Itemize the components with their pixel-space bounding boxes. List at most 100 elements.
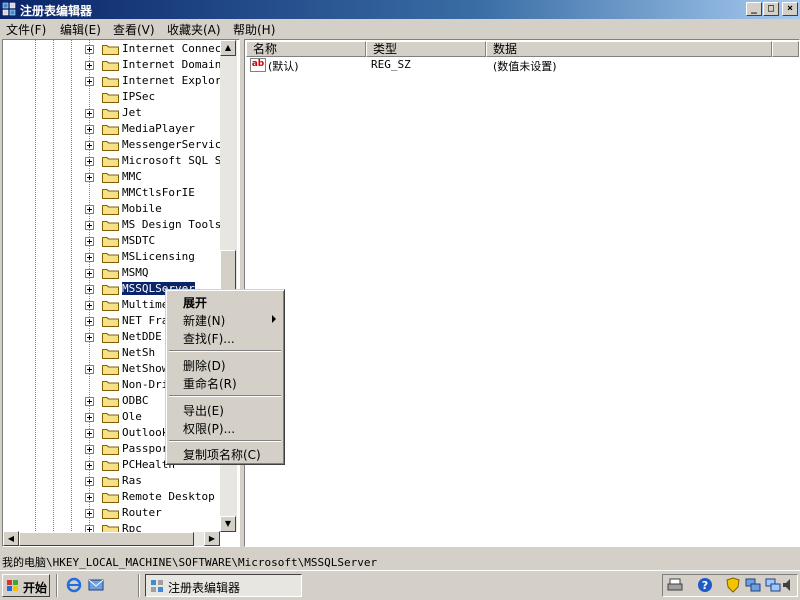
restore-button[interactable]: □: [763, 2, 779, 16]
network-icon[interactable]: [765, 577, 781, 593]
expand-icon[interactable]: [85, 173, 94, 182]
tree-item-label: NetSh: [122, 346, 156, 359]
expand-icon[interactable]: [85, 77, 94, 86]
menu-item-new[interactable]: 新建(N): [183, 312, 225, 329]
tree-item-label: Remote Desktop: [122, 490, 215, 503]
folder-icon: [102, 445, 119, 455]
expand-icon[interactable]: [85, 285, 94, 294]
tree-item[interactable]: MMC: [3, 169, 239, 185]
tree-item[interactable]: Internet Domains: [3, 57, 239, 73]
registry-editor-icon: [151, 580, 163, 592]
network-icon[interactable]: [745, 577, 761, 593]
system-tray: ?: [662, 574, 798, 597]
tree-item[interactable]: Internet Connecti: [3, 41, 239, 57]
expand-icon[interactable]: [85, 141, 94, 150]
tree-item[interactable]: Microsoft SQL Ser: [3, 153, 239, 169]
scroll-down-button[interactable]: ▼: [220, 516, 236, 532]
horizontal-scroll-thumb[interactable]: [19, 532, 194, 546]
tree-horizontal-scrollbar[interactable]: ◀ ▶: [3, 531, 220, 546]
expand-icon[interactable]: [85, 61, 94, 70]
expand-icon[interactable]: [85, 461, 94, 470]
printer-icon[interactable]: [667, 577, 683, 593]
expand-icon[interactable]: [85, 157, 94, 166]
folder-icon: [102, 413, 119, 423]
tree-item[interactable]: MSDTC: [3, 233, 239, 249]
menu-file[interactable]: 文件(F): [6, 21, 46, 38]
tree-item-label: IPSec: [122, 90, 156, 103]
tree-item-label: ODBC: [122, 394, 149, 407]
expand-icon[interactable]: [85, 397, 94, 406]
folder-icon: [102, 269, 119, 279]
expand-icon[interactable]: [85, 445, 94, 454]
menu-item-permissions[interactable]: 权限(P)...: [183, 420, 235, 437]
expand-icon[interactable]: [85, 221, 94, 230]
menu-item-find[interactable]: 查找(F)...: [183, 330, 235, 347]
folder-icon: [102, 125, 119, 135]
tree-item[interactable]: Jet: [3, 105, 239, 121]
expand-icon[interactable]: [85, 253, 94, 262]
expand-icon[interactable]: [85, 269, 94, 278]
folder-icon: [102, 61, 119, 71]
expand-icon[interactable]: [85, 493, 94, 502]
tree-item[interactable]: MessengerService: [3, 137, 239, 153]
menu-item-export[interactable]: 导出(E): [183, 402, 224, 419]
expand-icon[interactable]: [85, 317, 94, 326]
expand-icon[interactable]: [85, 125, 94, 134]
folder-icon: [102, 205, 119, 215]
tree-item-label: NetDDE: [122, 330, 162, 343]
tree-item[interactable]: MSLicensing: [3, 249, 239, 265]
scroll-up-button[interactable]: ▲: [220, 40, 236, 56]
security-shield-icon[interactable]: [725, 577, 741, 593]
folder-icon: [102, 397, 119, 407]
menu-edit[interactable]: 编辑(E): [60, 21, 101, 38]
minimize-button[interactable]: _: [746, 2, 762, 16]
tree-item[interactable]: IPSec: [3, 89, 239, 105]
folder-icon: [102, 285, 119, 295]
expand-icon[interactable]: [85, 237, 94, 246]
expand-icon[interactable]: [85, 509, 94, 518]
menu-item-delete[interactable]: 删除(D): [183, 357, 226, 374]
expand-icon[interactable]: [85, 333, 94, 342]
outlook-express-icon[interactable]: [88, 577, 104, 593]
expand-icon[interactable]: [85, 205, 94, 214]
tree-item-label: MMCtlsForIE: [122, 186, 195, 199]
expand-icon[interactable]: [85, 109, 94, 118]
menu-view[interactable]: 查看(V): [113, 21, 155, 38]
column-header-type[interactable]: 类型: [366, 41, 486, 57]
volume-icon[interactable]: [781, 577, 797, 593]
tree-item-label: Ole: [122, 410, 142, 423]
string-value-icon: ab: [250, 58, 266, 72]
expand-icon[interactable]: [85, 413, 94, 422]
taskbar-item-registry-editor[interactable]: 注册表编辑器: [145, 574, 302, 597]
tree-item[interactable]: Remote Desktop: [3, 489, 239, 505]
column-header-name[interactable]: 名称: [246, 41, 366, 57]
column-header-data[interactable]: 数据: [486, 41, 772, 57]
internet-explorer-icon[interactable]: [66, 577, 82, 593]
tree-item[interactable]: Router: [3, 505, 239, 521]
help-icon[interactable]: ?: [697, 577, 713, 593]
scroll-right-button[interactable]: ▶: [204, 531, 220, 546]
tree-item-label: Mobile: [122, 202, 162, 215]
tree-item[interactable]: MSMQ: [3, 265, 239, 281]
menu-help[interactable]: 帮助(H): [233, 21, 275, 38]
menu-favorites[interactable]: 收藏夹(A): [167, 21, 221, 38]
menu-item-copy-key-name[interactable]: 复制项名称(C): [183, 446, 261, 463]
values-list[interactable]: 名称 类型 数据 ab (默认) REG_SZ (数值未设置): [244, 39, 800, 547]
expand-icon[interactable]: [85, 365, 94, 374]
menu-item-expand[interactable]: 展开: [183, 294, 207, 311]
tree-item[interactable]: MediaPlayer: [3, 121, 239, 137]
scroll-left-button[interactable]: ◀: [3, 531, 19, 546]
start-button[interactable]: 开始: [2, 574, 50, 597]
expand-icon[interactable]: [85, 45, 94, 54]
tree-item[interactable]: MS Design Tools: [3, 217, 239, 233]
close-button[interactable]: ×: [782, 2, 798, 16]
expand-icon[interactable]: [85, 429, 94, 438]
expand-icon[interactable]: [85, 301, 94, 310]
tree-item[interactable]: MMCtlsForIE: [3, 185, 239, 201]
menu-item-rename[interactable]: 重命名(R): [183, 375, 237, 392]
tree-item[interactable]: Internet Explorer: [3, 73, 239, 89]
tree-item[interactable]: Mobile: [3, 201, 239, 217]
registry-editor-icon: [2, 2, 16, 16]
expand-icon[interactable]: [85, 477, 94, 486]
tree-item[interactable]: Ras: [3, 473, 239, 489]
